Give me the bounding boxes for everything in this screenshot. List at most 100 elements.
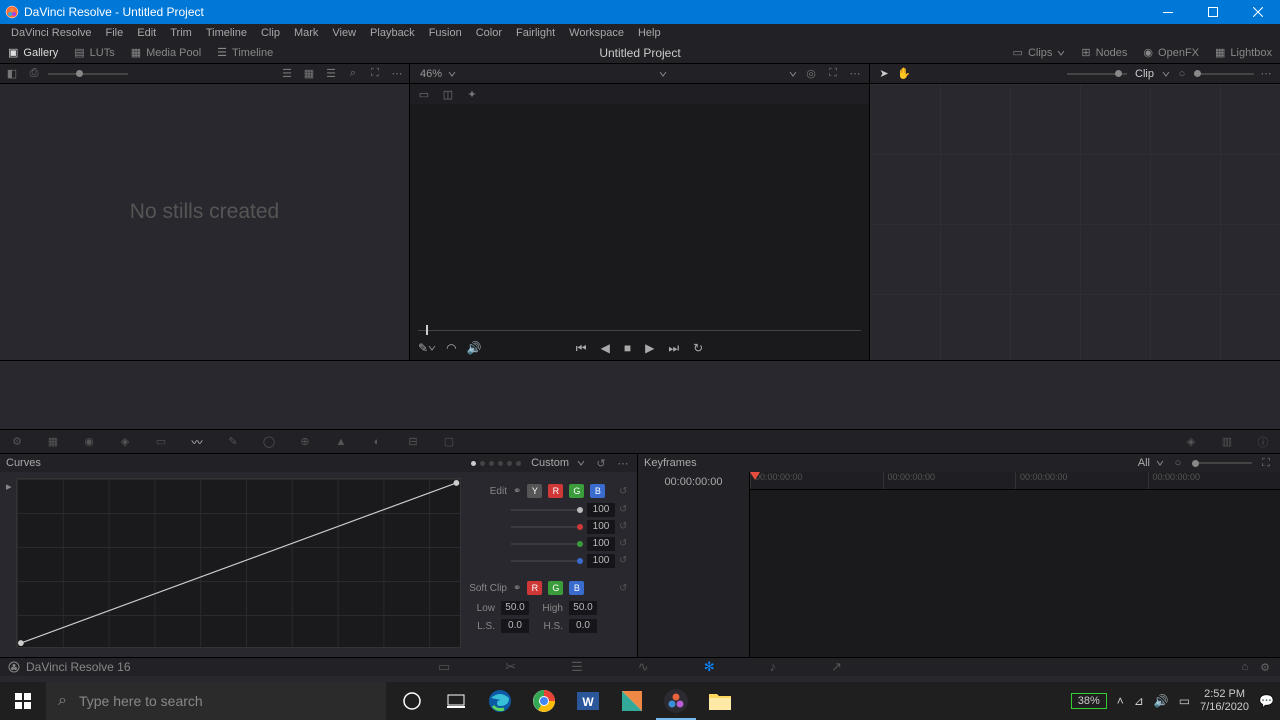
page-media[interactable]: ▭ <box>438 659 450 675</box>
page-cut[interactable]: ✂ <box>505 659 516 675</box>
volume-icon[interactable]: 🔊 <box>1154 694 1169 708</box>
curves-reset-icon[interactable]: ↺ <box>593 455 609 471</box>
sizing-icon[interactable]: ▢ <box>440 433 458 451</box>
menu-trim[interactable]: Trim <box>163 27 199 39</box>
app-icon-1[interactable] <box>610 682 654 720</box>
info-icon[interactable]: ⓘ <box>1254 433 1272 451</box>
rgb-mixer-icon[interactable]: ◈ <box>116 433 134 451</box>
eyedropper-icon[interactable]: ✎ <box>418 341 436 355</box>
start-button[interactable] <box>0 682 46 720</box>
node-zoom-slider[interactable] <box>1067 73 1127 75</box>
keyframe-timecode[interactable]: 00:00:00:00 <box>638 472 749 492</box>
curve-play-icon[interactable]: ▸ <box>6 481 12 493</box>
play-button[interactable]: ▶ <box>645 341 654 355</box>
menu-workspace[interactable]: Workspace <box>562 27 631 39</box>
chrome-icon[interactable] <box>522 682 566 720</box>
channel-y-button[interactable]: Y <box>527 484 542 498</box>
node-mode[interactable]: Clip <box>1135 68 1154 80</box>
home-icon[interactable]: ⌂ <box>1241 661 1248 674</box>
menu-file[interactable]: File <box>99 27 131 39</box>
sc-reset-icon[interactable]: ↺ <box>619 583 631 594</box>
page-deliver[interactable]: ↗ <box>831 659 842 675</box>
bypass-icon[interactable]: ◎ <box>803 66 819 82</box>
unmix-icon[interactable]: ◠ <box>446 341 456 355</box>
search-box[interactable]: ⌕ Type here to search <box>46 682 386 720</box>
menu-view[interactable]: View <box>325 27 363 39</box>
blue-reset[interactable]: ↺ <box>619 555 631 566</box>
keyframe-track-area[interactable] <box>750 490 1280 657</box>
more-icon[interactable]: ⋯ <box>389 66 405 82</box>
color-match-icon[interactable]: ▦ <box>44 433 62 451</box>
key-icon[interactable]: ⊟ <box>404 433 422 451</box>
curves-page-dots[interactable] <box>471 461 521 466</box>
curves-mode[interactable]: Custom <box>531 457 569 469</box>
menu-fairlight[interactable]: Fairlight <box>509 27 562 39</box>
pointer-icon[interactable]: ➤ <box>876 66 892 82</box>
curves-icon[interactable]: 〰 <box>188 433 206 451</box>
sc-b-button[interactable]: B <box>569 581 584 595</box>
curves-mode-chevron[interactable] <box>577 459 585 467</box>
ws-openfx[interactable]: ◉OpenFX <box>1135 42 1207 64</box>
tray-up-icon[interactable]: ˄ <box>1117 694 1124 708</box>
sc-g-button[interactable]: G <box>548 581 563 595</box>
menu-playback[interactable]: Playback <box>363 27 422 39</box>
clock[interactable]: 2:52 PM 7/16/2020 <box>1200 688 1249 714</box>
red-value[interactable]: 100 <box>587 520 615 534</box>
still-grab-icon[interactable]: ⎙ <box>26 66 42 82</box>
magic-mask-icon[interactable]: ▲ <box>332 433 350 451</box>
edit-reset-icon[interactable]: ↺ <box>619 486 631 497</box>
resolve-taskbar-icon[interactable] <box>654 682 698 720</box>
clip-select-icon[interactable] <box>659 70 667 78</box>
playhead-icon[interactable] <box>750 472 760 480</box>
ws-nodes[interactable]: ⊞Nodes <box>1073 42 1135 64</box>
green-slider[interactable] <box>511 543 583 545</box>
power-icon[interactable]: ▭ <box>1179 694 1190 708</box>
motion-icon[interactable]: ▭ <box>152 433 170 451</box>
zoom-chevron-icon[interactable] <box>448 70 456 78</box>
node-dot-icon[interactable]: ○ <box>1174 66 1190 82</box>
view-select-icon[interactable] <box>789 70 797 78</box>
page-edit[interactable]: ☰ <box>571 659 583 675</box>
thumbnail-size-slider[interactable] <box>48 73 128 75</box>
search-icon[interactable]: ⌕ <box>345 66 361 82</box>
ws-mediapool[interactable]: ▦Media Pool <box>123 42 209 64</box>
menu-color[interactable]: Color <box>469 27 509 39</box>
clip-thumbnails-strip[interactable] <box>0 360 1280 430</box>
channel-r-button[interactable]: R <box>548 484 563 498</box>
channel-b-button[interactable]: B <box>590 484 605 498</box>
keyframe-ruler[interactable]: 00:00:00:00 00:00:00:00 00:00:00:00 00:0… <box>750 472 1280 490</box>
blue-slider[interactable] <box>511 560 583 562</box>
hand-icon[interactable]: ✋ <box>896 66 912 82</box>
red-slider[interactable] <box>511 526 583 528</box>
wifi-icon[interactable]: ⊿ <box>1134 694 1144 708</box>
curve-editor[interactable] <box>16 478 461 648</box>
sc-link-icon[interactable]: ⚭ <box>513 583 521 594</box>
green-value[interactable]: 100 <box>587 537 615 551</box>
fullscreen-icon[interactable]: ⛶ <box>825 66 841 82</box>
menu-mark[interactable]: Mark <box>287 27 325 39</box>
ls-value[interactable]: 0.0 <box>501 619 529 633</box>
link-icon[interactable]: ⚭ <box>513 486 521 497</box>
kf-expand-icon[interactable]: ⛶ <box>1258 455 1274 471</box>
minimize-button[interactable] <box>1145 0 1190 24</box>
window-icon[interactable]: ◯ <box>260 433 278 451</box>
list-view-icon[interactable]: ☰ <box>323 66 339 82</box>
kf-zoom-slider[interactable] <box>1192 462 1252 464</box>
menu-edit[interactable]: Edit <box>130 27 163 39</box>
menu-clip[interactable]: Clip <box>254 27 287 39</box>
page-fusion[interactable]: ∿ <box>638 659 649 675</box>
stop-button[interactable]: ■ <box>624 341 631 355</box>
ws-lightbox[interactable]: ▦Lightbox <box>1207 42 1280 64</box>
task-view-icon[interactable] <box>434 682 478 720</box>
notifications-icon[interactable]: 💬 <box>1259 694 1274 708</box>
word-icon[interactable]: W <box>566 682 610 720</box>
highlight-icon[interactable]: ✦ <box>464 86 480 102</box>
kf-dot-icon[interactable]: ○ <box>1170 455 1186 471</box>
loop-button[interactable]: ↻ <box>693 341 703 355</box>
menu-davinci[interactable]: DaVinci Resolve <box>4 27 99 39</box>
page-color[interactable]: ✻ <box>704 659 715 675</box>
split-icon[interactable]: ◫ <box>440 86 456 102</box>
sort-icon[interactable]: ☰ <box>279 66 295 82</box>
green-reset[interactable]: ↺ <box>619 538 631 549</box>
node-opacity-slider[interactable] <box>1194 73 1254 75</box>
